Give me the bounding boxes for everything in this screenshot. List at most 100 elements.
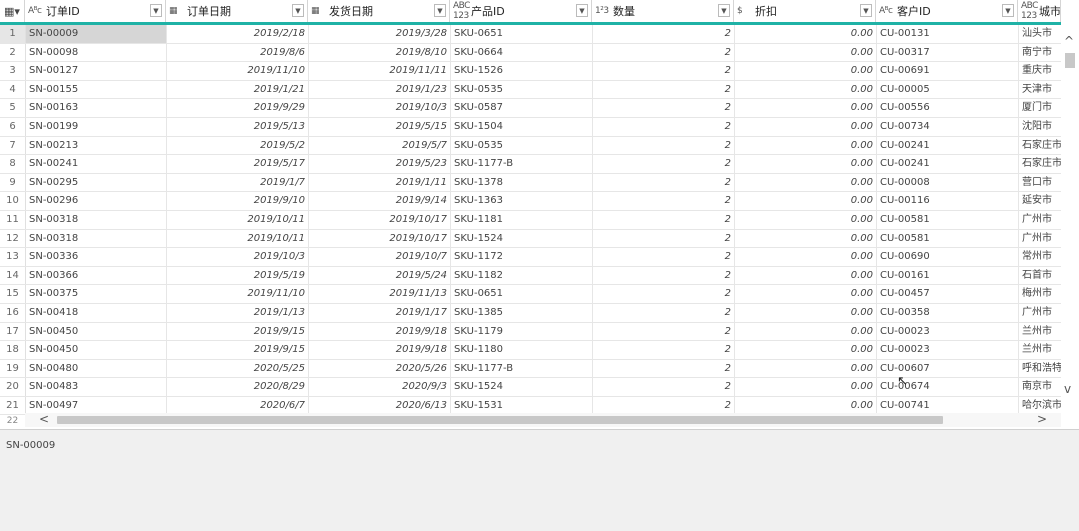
table-cell[interactable]: 0.00 <box>735 378 877 396</box>
table-cell[interactable]: SN-00213 <box>26 136 167 155</box>
table-cell[interactable]: SKU-1531 <box>451 396 593 415</box>
table-cell[interactable]: SN-00366 <box>26 266 167 285</box>
table-cell[interactable]: 南京市 <box>1019 378 1061 396</box>
table-cell[interactable]: 2019/3/28 <box>309 25 451 43</box>
table-cell[interactable]: SN-00336 <box>26 248 167 266</box>
table-row[interactable]: 7 SN-00213 2019/5/2 2019/5/7 SKU-0535 2 0.00 CU… <box>0 136 1061 156</box>
text-type-icon[interactable]: Aᴮᴄ <box>28 6 46 16</box>
horizontal-scroll-thumb[interactable] <box>57 416 943 424</box>
table-cell[interactable]: SKU-1385 <box>451 303 593 322</box>
table-row[interactable]: 9 SN-00295 2019/1/7 2019/1/11 SKU-1378 2 0.00 C… <box>0 173 1061 193</box>
table-row[interactable]: 12 SN-00318 2019/10/11 2019/10/17 SKU-1524 2 0… <box>0 229 1061 249</box>
table-cell[interactable]: 0.00 <box>735 210 877 229</box>
table-cell[interactable]: SN-00199 <box>26 117 167 136</box>
filter-dropdown-icon[interactable]: ▼ <box>860 4 872 17</box>
table-cell[interactable]: 2019/9/29 <box>167 99 309 117</box>
table-cell[interactable]: 2019/5/15 <box>309 117 451 136</box>
table-cell[interactable]: 2019/8/6 <box>167 43 309 62</box>
filter-dropdown-icon[interactable]: ▼ <box>1002 4 1014 17</box>
table-cell[interactable]: 重庆市 <box>1019 62 1061 80</box>
table-cell[interactable]: 2019/11/11 <box>309 62 451 80</box>
any-type-icon[interactable]: ABC 123 <box>453 1 471 21</box>
table-cell[interactable]: 2 <box>593 341 735 359</box>
table-cell[interactable]: 0.00 <box>735 192 877 210</box>
row-number[interactable]: 6 <box>0 117 26 136</box>
table-cell[interactable]: 2019/10/3 <box>309 99 451 117</box>
table-cell[interactable]: CU-00691 <box>877 62 1019 80</box>
row-number[interactable]: 10 <box>0 192 26 210</box>
table-cell[interactable]: 2 <box>593 80 735 99</box>
scroll-up-icon[interactable]: ^ <box>1064 34 1074 48</box>
table-cell[interactable]: 2 <box>593 266 735 285</box>
table-cell[interactable]: SN-00127 <box>26 62 167 80</box>
filter-dropdown-icon[interactable]: ▼ <box>434 4 446 17</box>
row-number[interactable]: 5 <box>0 99 26 117</box>
table-cell[interactable]: 2019/5/7 <box>309 136 451 155</box>
table-row[interactable]: 3 SN-00127 2019/11/10 2019/11/11 SKU-1526 2 0.… <box>0 62 1061 81</box>
table-cell[interactable]: 2020/9/3 <box>309 378 451 396</box>
table-cell[interactable]: 2 <box>593 173 735 192</box>
table-row[interactable]: 15 SN-00375 2019/11/10 2019/11/13 SKU-0651 2 0… <box>0 285 1061 304</box>
table-cell[interactable]: SKU-0664 <box>451 43 593 62</box>
table-cell[interactable]: SN-00241 <box>26 155 167 173</box>
table-cell[interactable]: 2 <box>593 303 735 322</box>
column-header-ship-date[interactable]: ▦ 发货日期 ▼ <box>308 0 450 22</box>
table-cell[interactable]: 2019/10/17 <box>309 210 451 229</box>
table-cell[interactable]: SKU-1172 <box>451 248 593 266</box>
table-cell[interactable]: 2 <box>593 322 735 341</box>
table-cell[interactable]: 广州市 <box>1019 304 1061 322</box>
row-number[interactable]: 1 <box>0 25 26 43</box>
table-cell[interactable]: CU-00023 <box>877 341 1019 359</box>
currency-type-icon[interactable]: $ <box>737 6 755 16</box>
table-cell[interactable]: CU-00317 <box>877 43 1019 62</box>
table-row[interactable]: 13 SN-00336 2019/10/3 2019/10/7 SKU-1172 2 0.0… <box>0 248 1061 267</box>
table-row[interactable]: 6 SN-00199 2019/5/13 2019/5/15 SKU-1504 2 0.00… <box>0 117 1061 137</box>
table-cell[interactable]: SKU-1181 <box>451 210 593 229</box>
row-number[interactable]: 15 <box>0 285 26 303</box>
table-cell[interactable]: 2019/1/21 <box>167 80 309 99</box>
column-header-order-id[interactable]: Aᴮᴄ 订单ID ▼ <box>25 0 166 22</box>
table-cell[interactable]: CU-00690 <box>877 248 1019 266</box>
table-row[interactable]: 17 SN-00450 2019/9/15 2019/9/18 SKU-1179 2 0.0… <box>0 322 1061 342</box>
table-cell[interactable]: 梅州市 <box>1019 285 1061 303</box>
any-type-icon[interactable]: ABC 123 <box>1021 1 1039 21</box>
table-cell[interactable]: SKU-1182 <box>451 266 593 285</box>
table-cell[interactable]: CU-00581 <box>877 210 1019 229</box>
table-cell[interactable]: 2019/1/23 <box>309 80 451 99</box>
table-cell[interactable]: 2 <box>593 359 735 378</box>
table-row[interactable]: 8 SN-00241 2019/5/17 2019/5/23 SKU-1177-B 2 0.… <box>0 155 1061 174</box>
table-cell[interactable]: 2019/10/3 <box>167 248 309 266</box>
column-header-city[interactable]: ABC 123 城市 <box>1018 0 1061 22</box>
table-cell[interactable]: 2 <box>593 155 735 173</box>
table-cell[interactable]: SKU-1180 <box>451 341 593 359</box>
table-cell[interactable]: CU-00581 <box>877 229 1019 248</box>
table-cell[interactable]: 0.00 <box>735 99 877 117</box>
table-cell[interactable]: CU-00241 <box>877 136 1019 155</box>
horizontal-scrollbar[interactable]: < > <box>25 412 1061 427</box>
scroll-right-icon[interactable]: > <box>1037 412 1047 426</box>
table-cell[interactable]: 常州市 <box>1019 248 1061 266</box>
table-cell[interactable]: 2019/9/18 <box>309 322 451 341</box>
table-row[interactable]: 16 SN-00418 2019/1/13 2019/1/17 SKU-1385 2 0.0… <box>0 303 1061 323</box>
filter-dropdown-icon[interactable]: ▼ <box>150 4 162 17</box>
table-cell[interactable]: 2019/9/18 <box>309 341 451 359</box>
table-cell[interactable]: 2 <box>593 136 735 155</box>
table-cell[interactable]: 2019/10/11 <box>167 229 309 248</box>
table-cell[interactable]: 0.00 <box>735 117 877 136</box>
vertical-scroll-thumb[interactable] <box>1065 53 1075 68</box>
table-cell[interactable]: 2019/11/10 <box>167 62 309 80</box>
vertical-scrollbar[interactable]: ^ v <box>1061 0 1079 429</box>
table-cell[interactable]: SN-00296 <box>26 192 167 210</box>
table-cell[interactable]: 呼和浩特 <box>1019 360 1061 378</box>
table-cell[interactable]: CU-00734 <box>877 117 1019 136</box>
column-header-order-date[interactable]: ▦ 订单日期 ▼ <box>166 0 308 22</box>
filter-dropdown-icon[interactable]: ▼ <box>576 4 588 17</box>
table-row[interactable]: 10 SN-00296 2019/9/10 2019/9/14 SKU-1363 2 0.0… <box>0 192 1061 211</box>
table-cell[interactable]: 兰州市 <box>1019 323 1061 341</box>
table-cell[interactable]: 2019/5/24 <box>309 266 451 285</box>
table-cell[interactable]: 2019/9/15 <box>167 322 309 341</box>
table-menu-icon[interactable]: ▦▾ <box>0 0 25 22</box>
row-number[interactable]: 8 <box>0 155 26 173</box>
row-number[interactable]: 3 <box>0 62 26 80</box>
column-header-product-id[interactable]: ABC 123 产品ID ▼ <box>450 0 592 22</box>
